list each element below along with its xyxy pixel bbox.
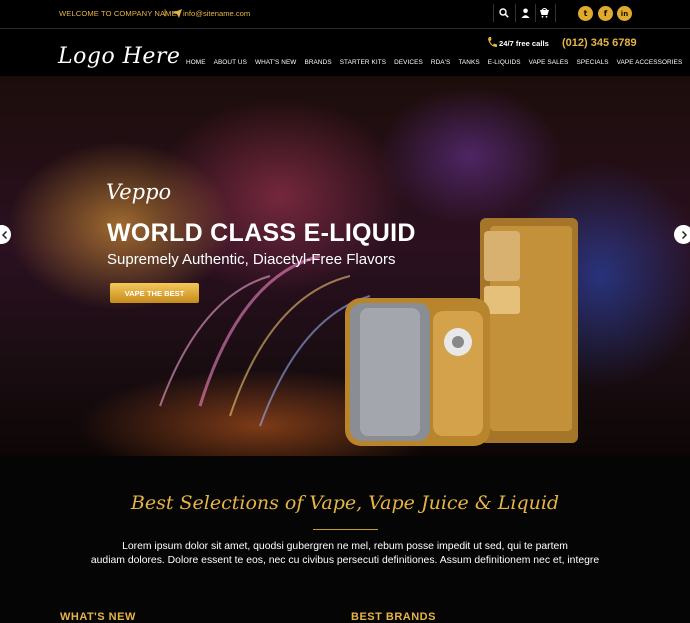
search-icon[interactable] (497, 6, 511, 20)
hero-subtitle: Supremely Authentic, Diacetyl-Free Flavo… (107, 251, 396, 268)
hero-slider: Veppo WORLD CLASS E-LIQUID Supremely Aut… (0, 76, 690, 456)
facebook-icon[interactable]: f (598, 6, 613, 21)
nav-item-about-us[interactable]: ABOUT US (214, 59, 247, 69)
nav-item-devices[interactable]: DEVICES (394, 59, 423, 69)
divider (535, 4, 536, 22)
section-intro: Lorem ipsum dolor sit amet, quodsi guber… (60, 540, 630, 568)
divider (515, 4, 516, 22)
nav-item-whats-new[interactable]: WHAT'S NEW (255, 59, 297, 69)
welcome-text: WELCOME TO COMPANY NAME (59, 9, 177, 18)
send-icon (172, 9, 182, 18)
nav-item-e-liquids[interactable]: E-LIQUIDS (488, 59, 521, 69)
intro-line-2: audiam dolores. Dolore essent te eos, ne… (90, 555, 600, 566)
slider-next-button[interactable] (674, 225, 690, 244)
email-link[interactable]: info@sitename.com (183, 9, 250, 18)
phone-number[interactable]: (012) 345 6789 (562, 37, 637, 49)
best-brands-heading: BEST BRANDS (351, 611, 436, 623)
nav-item-rdas[interactable]: RDA'S (431, 59, 450, 69)
cart-icon[interactable] (537, 6, 551, 20)
nav-item-vape-accessories[interactable]: VAPE ACCESSORIES (617, 59, 683, 69)
main-nav: HOME ABOUT US WHAT'S NEW BRANDS STARTER … (186, 59, 690, 69)
linkedin-icon[interactable]: in (617, 6, 632, 21)
nav-item-home[interactable]: HOME (186, 59, 206, 69)
top-bar: WELCOME TO COMPANY NAME | info@sitename.… (0, 0, 690, 29)
whats-new-heading: WHAT'S NEW (60, 611, 136, 623)
hero-title: WORLD CLASS E-LIQUID (107, 219, 416, 247)
nav-item-tanks[interactable]: TANKS (458, 59, 479, 69)
nav-item-brands[interactable]: BRANDS (304, 59, 331, 69)
intro-line-1: Lorem ipsum dolor sit amet, quodsi guber… (122, 541, 568, 552)
nav-item-starter-kits[interactable]: STARTER KITS (340, 59, 386, 69)
chevron-left-icon (1, 230, 7, 239)
section-title: Best Selections of Vape, Vape Juice & Li… (130, 492, 560, 514)
phone-icon (488, 37, 497, 47)
nav-item-specials[interactable]: SPECIALS (577, 59, 609, 69)
logo[interactable]: Logo Here (58, 44, 180, 69)
site-header: Logo Here 24/7 free calls (012) 345 6789… (0, 29, 690, 76)
vape-the-best-button[interactable]: VAPE THE BEST (110, 283, 199, 303)
user-icon[interactable] (518, 6, 532, 20)
section-divider (313, 529, 378, 530)
divider (555, 4, 556, 22)
nav-item-vape-sales[interactable]: VAPE SALES (529, 59, 569, 69)
hero-brand-script: Veppo (106, 180, 172, 204)
chevron-right-icon (681, 230, 687, 239)
topbar-separator: | (164, 8, 167, 17)
free-calls-label: 24/7 free calls (499, 39, 549, 48)
twitter-icon[interactable]: t (578, 6, 593, 21)
divider (493, 4, 494, 22)
